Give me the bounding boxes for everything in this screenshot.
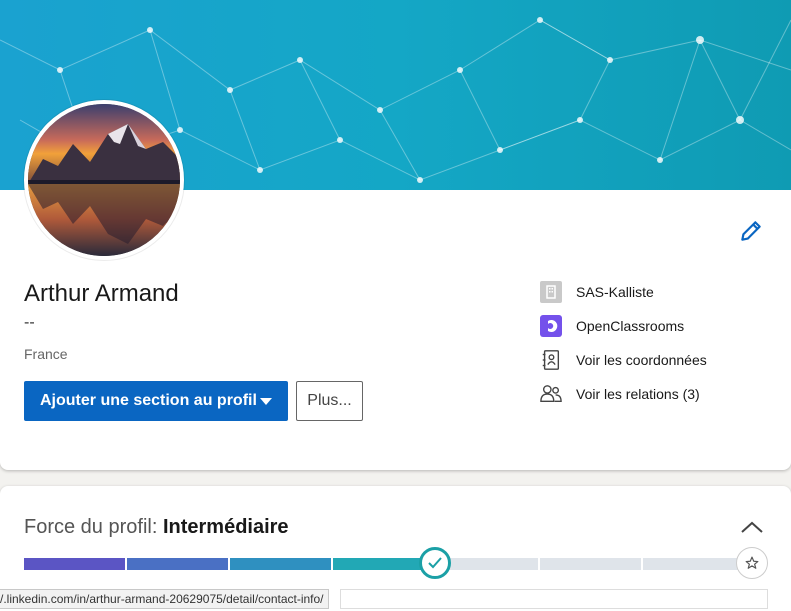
status-bar-tail bbox=[340, 589, 768, 609]
collapse-button[interactable] bbox=[740, 518, 764, 536]
meter-segment-complete bbox=[230, 558, 332, 570]
profile-card: Arthur Armand -- France Ajouter une sect… bbox=[0, 0, 791, 470]
edit-profile-button[interactable] bbox=[738, 218, 764, 244]
profile-strength-level: Intermédiaire bbox=[162, 516, 289, 538]
profile-avatar[interactable] bbox=[24, 100, 184, 260]
meter-segment-incomplete bbox=[539, 558, 641, 570]
add-profile-section-label: Ajouter une section au profil bbox=[40, 392, 257, 409]
profile-strength-prefix: Force du profil: bbox=[24, 516, 163, 538]
contact-info-label: Voir les coordonnées bbox=[576, 352, 707, 368]
school-link[interactable]: OpenClassrooms bbox=[539, 314, 707, 338]
meter-segment-incomplete bbox=[436, 558, 538, 570]
profile-name: Arthur Armand bbox=[24, 280, 179, 307]
meter-segment-incomplete bbox=[642, 558, 744, 570]
pencil-icon bbox=[741, 221, 761, 241]
star-icon bbox=[745, 556, 759, 569]
progress-marker bbox=[418, 547, 451, 579]
connections-label: Voir les relations (3) bbox=[576, 386, 700, 402]
address-book-icon bbox=[539, 348, 563, 372]
check-icon bbox=[427, 557, 442, 569]
profile-headline: -- bbox=[24, 314, 35, 331]
meter-segment-complete bbox=[127, 558, 229, 570]
profile-strength-title: Force du profil: Intermédiaire bbox=[24, 516, 289, 539]
company-label: SAS-Kalliste bbox=[576, 284, 654, 300]
all-star-marker[interactable] bbox=[736, 547, 768, 579]
add-profile-section-button[interactable]: Ajouter une section au profil bbox=[24, 381, 288, 421]
school-label: OpenClassrooms bbox=[576, 318, 685, 334]
status-bar-url: /.linkedin.com/in/arthur-armand-20629075… bbox=[0, 589, 329, 609]
connections-link[interactable]: Voir les relations (3) bbox=[539, 382, 707, 406]
caret-down-icon bbox=[260, 398, 272, 405]
openclassrooms-logo-icon bbox=[539, 314, 563, 338]
contact-info-link[interactable]: Voir les coordonnées bbox=[539, 348, 707, 372]
meter-segment-complete bbox=[24, 558, 126, 570]
profile-location: France bbox=[24, 346, 68, 362]
avatar-landscape-image bbox=[28, 104, 180, 256]
building-icon bbox=[539, 280, 563, 304]
more-button[interactable]: Plus... bbox=[296, 381, 363, 421]
people-icon bbox=[539, 382, 563, 406]
company-link[interactable]: SAS-Kalliste bbox=[539, 280, 707, 304]
chevron-up-icon bbox=[741, 521, 763, 533]
profile-strength-meter bbox=[24, 558, 744, 570]
profile-side-links: SAS-Kalliste OpenClassrooms Voir les coo… bbox=[539, 280, 707, 416]
